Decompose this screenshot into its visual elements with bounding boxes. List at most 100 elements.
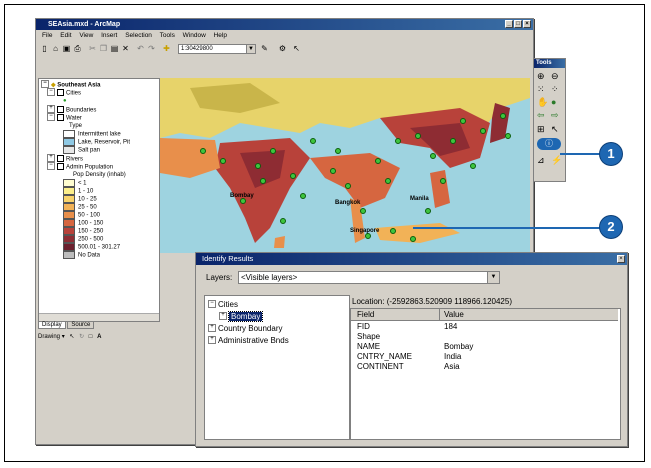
city-point[interactable]	[240, 198, 246, 204]
copy-icon[interactable]: ❐	[99, 44, 108, 53]
city-point[interactable]	[345, 183, 351, 189]
checkbox-icon[interactable]	[57, 105, 64, 113]
forward-extent-icon[interactable]: ⇨	[551, 110, 559, 121]
tab-display[interactable]: Display	[38, 321, 66, 329]
fixed-zoom-out-icon[interactable]: ⁘	[551, 84, 559, 95]
delete-icon[interactable]: ✕	[121, 44, 130, 53]
chevron-down-icon[interactable]: ▼	[487, 272, 499, 283]
tree-node-bombay[interactable]: + Bombay	[219, 311, 264, 322]
minus-icon[interactable]: −	[47, 162, 55, 170]
checkbox-icon[interactable]	[57, 113, 64, 121]
editor-icon[interactable]: ✎	[260, 44, 269, 53]
paste-icon[interactable]: ▤	[110, 44, 119, 53]
toc-layer-water[interactable]: − Water	[47, 113, 82, 122]
city-point[interactable]	[310, 138, 316, 144]
menu-help[interactable]: Help	[214, 32, 227, 39]
table-row[interactable]: FID 184	[351, 322, 618, 332]
plus-icon[interactable]: +	[208, 335, 216, 344]
minus-icon[interactable]: −	[208, 299, 216, 308]
city-point[interactable]	[255, 163, 261, 169]
maximize-button[interactable]: □	[514, 20, 522, 28]
plus-icon[interactable]: +	[219, 311, 227, 320]
city-point[interactable]	[440, 178, 446, 184]
tree-node-administrative-bnds[interactable]: + Administrative Bnds	[208, 335, 289, 346]
city-point[interactable]	[200, 148, 206, 154]
city-point[interactable]	[390, 228, 396, 234]
city-point[interactable]	[280, 218, 286, 224]
city-point[interactable]	[500, 113, 506, 119]
checkbox-icon[interactable]	[57, 88, 64, 96]
city-point[interactable]	[425, 208, 431, 214]
plus-icon[interactable]: +	[208, 323, 216, 332]
plus-icon[interactable]: +	[47, 105, 55, 113]
chevron-down-icon[interactable]: ▼	[246, 45, 255, 53]
print-icon[interactable]: ⎙	[73, 44, 82, 53]
close-button[interactable]: ×	[523, 20, 531, 28]
table-row[interactable]: CONTINENT Asia	[351, 362, 618, 372]
select-elements-icon[interactable]: ↖	[69, 334, 74, 340]
toc-layer-admin-population[interactable]: − Admin Population	[47, 162, 113, 171]
menu-edit[interactable]: Edit	[60, 32, 71, 39]
menu-tools[interactable]: Tools	[160, 32, 175, 39]
city-point[interactable]	[480, 128, 486, 134]
city-point[interactable]	[470, 163, 476, 169]
city-point[interactable]	[430, 153, 436, 159]
city-point[interactable]	[415, 133, 421, 139]
city-point[interactable]	[375, 158, 381, 164]
tree-node-country-boundary[interactable]: + Country Boundary	[208, 323, 282, 334]
measure-icon[interactable]: ⊿	[537, 155, 545, 166]
chevron-down-icon[interactable]: ▾	[62, 334, 65, 340]
identify-icon[interactable]: ⓘ	[537, 138, 561, 150]
open-icon[interactable]: ⌂	[51, 44, 60, 53]
toc-layer-cities[interactable]: − Cities	[47, 88, 81, 97]
city-point[interactable]	[260, 178, 266, 184]
rotate-icon[interactable]: ↻	[79, 334, 84, 340]
add-data-icon[interactable]: ✚	[162, 44, 171, 53]
hyperlink-icon[interactable]: ⚡	[551, 155, 562, 166]
table-row[interactable]: Shape	[351, 332, 618, 342]
city-point[interactable]	[300, 193, 306, 199]
column-field[interactable]: Field	[357, 309, 374, 320]
city-point[interactable]	[330, 168, 336, 174]
minimize-button[interactable]: _	[505, 20, 513, 28]
menu-insert[interactable]: Insert	[101, 32, 117, 39]
city-point[interactable]	[360, 208, 366, 214]
city-point[interactable]	[290, 173, 296, 179]
menu-window[interactable]: Window	[183, 32, 206, 39]
city-point[interactable]	[505, 133, 511, 139]
city-point[interactable]	[335, 148, 341, 154]
select-features-icon[interactable]: ⊞	[537, 124, 545, 135]
minus-icon[interactable]: −	[47, 113, 55, 121]
tree-node-cities[interactable]: − Cities	[208, 299, 238, 310]
help-pointer-icon[interactable]: ↖	[292, 44, 301, 53]
city-point[interactable]	[450, 138, 456, 144]
city-point[interactable]	[410, 236, 416, 242]
full-extent-icon[interactable]: ●	[551, 97, 556, 107]
plus-icon[interactable]: +	[47, 154, 55, 162]
rectangle-icon[interactable]: □	[89, 334, 93, 340]
undo-icon[interactable]: ↶	[136, 44, 145, 53]
pan-icon[interactable]: ✋	[537, 97, 548, 108]
back-extent-icon[interactable]: ⇦	[537, 110, 545, 121]
city-point[interactable]	[270, 148, 276, 154]
cut-icon[interactable]: ✂	[88, 44, 97, 53]
zoom-out-icon[interactable]: ⊖	[551, 71, 559, 82]
city-point[interactable]	[385, 178, 391, 184]
city-point[interactable]	[460, 118, 466, 124]
text-icon[interactable]: A	[97, 334, 101, 340]
fixed-zoom-in-icon[interactable]: ⁙	[537, 84, 545, 95]
layers-dropdown[interactable]: <Visible layers> ▼	[238, 271, 500, 284]
zoom-in-icon[interactable]: ⊕	[537, 71, 545, 82]
checkbox-icon[interactable]	[57, 154, 64, 162]
menu-selection[interactable]: Selection	[125, 32, 152, 39]
select-elements-icon[interactable]: ↖	[551, 124, 559, 135]
column-value[interactable]: Value	[439, 309, 464, 320]
toc-scrollbar[interactable]	[39, 313, 159, 321]
arccatalog-icon[interactable]: ⚙	[278, 44, 287, 53]
drawing-menu[interactable]: Drawing	[38, 334, 60, 340]
city-point[interactable]	[395, 138, 401, 144]
city-point[interactable]	[220, 158, 226, 164]
new-icon[interactable]: ▯	[40, 44, 49, 53]
close-button[interactable]: ×	[617, 255, 625, 263]
menu-file[interactable]: File	[42, 32, 52, 39]
